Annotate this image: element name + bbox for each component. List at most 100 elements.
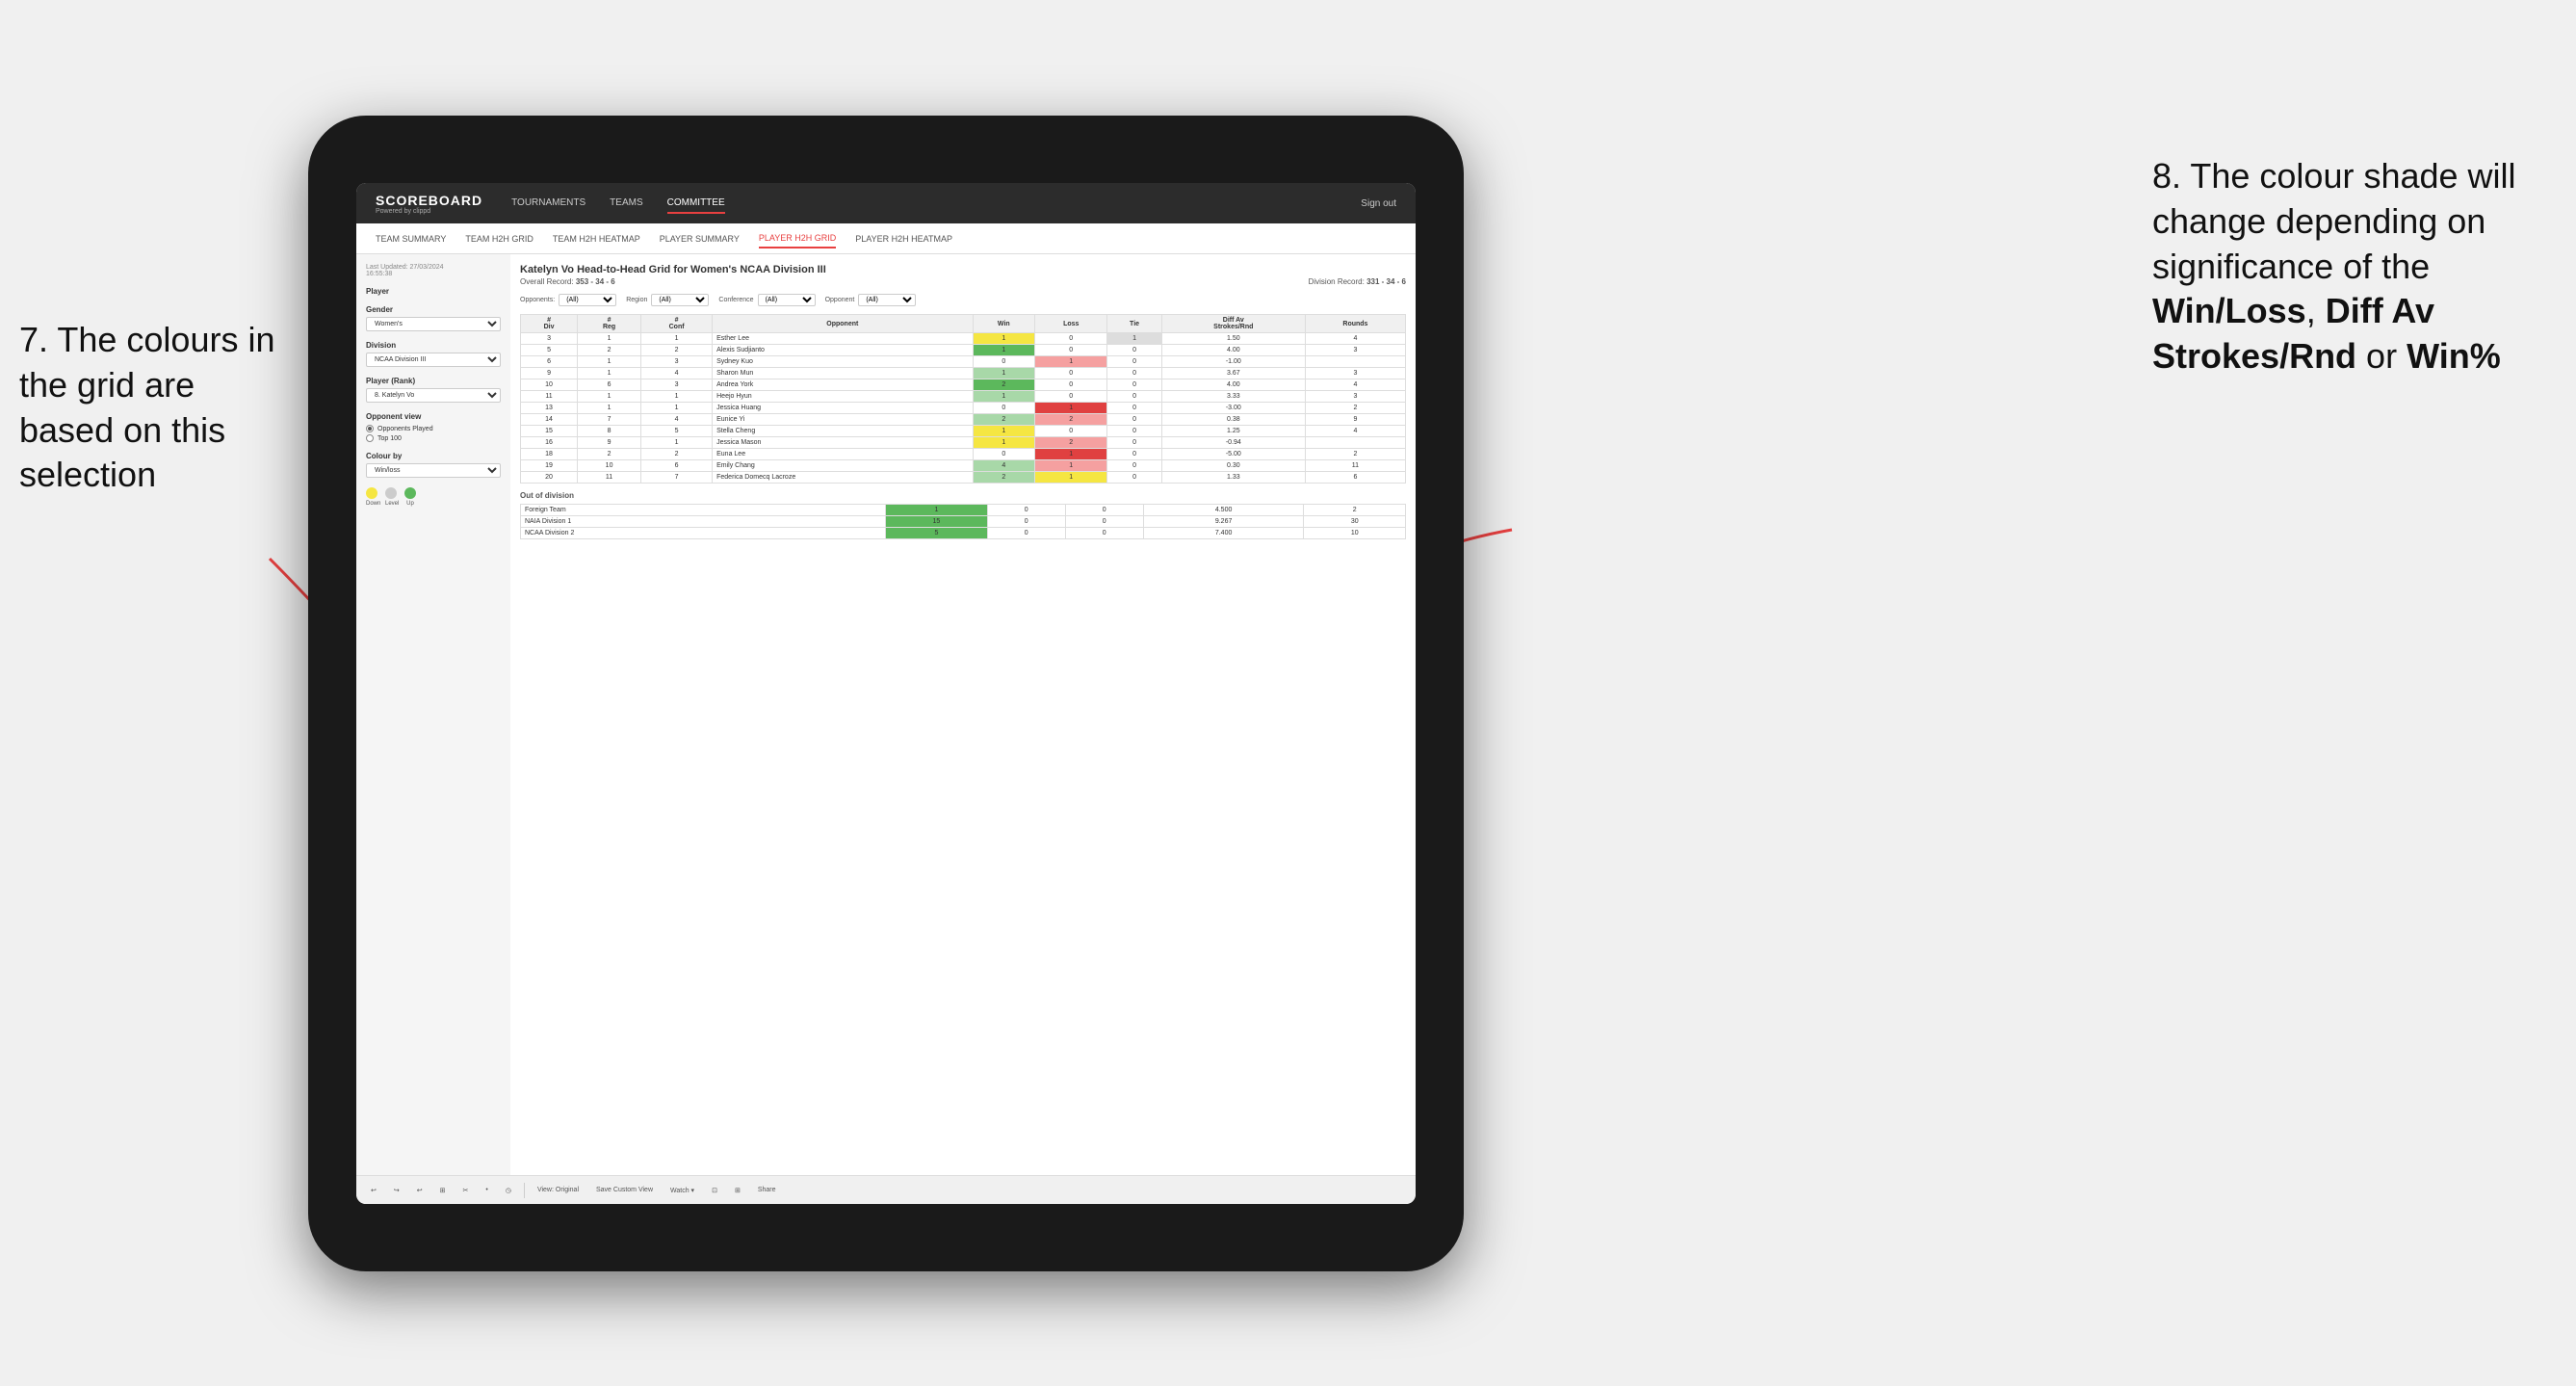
cell-rounds: 4 [1305, 426, 1405, 437]
cell-win: 1 [973, 391, 1035, 403]
sidebar-gender-section: Gender Women's [366, 305, 501, 331]
cell-div: 20 [521, 472, 578, 484]
cell-tie: 0 [1107, 379, 1161, 391]
toolbar-save-custom[interactable]: Save Custom View [591, 1185, 658, 1195]
ood-cell-diff: 4.500 [1143, 505, 1304, 516]
cell-loss: 0 [1035, 426, 1107, 437]
subnav-team-h2h-heatmap[interactable]: TEAM H2H HEATMAP [553, 230, 640, 248]
cell-tie: 0 [1107, 449, 1161, 460]
ood-table-body: Foreign Team 1 0 0 4.500 2 NAIA Division… [521, 505, 1406, 539]
filter-region-select[interactable]: (All) [651, 294, 709, 306]
colour-indicators [366, 487, 501, 499]
ood-cell-name: NAIA Division 1 [521, 516, 886, 528]
toolbar-grid[interactable]: ⊞ [435, 1185, 451, 1196]
overall-record: Overall Record: 353 - 34 - 6 [520, 277, 615, 286]
overall-record-value: 353 - 34 - 6 [576, 277, 615, 286]
annotation-right-sep1: , [2306, 291, 2326, 330]
subnav-team-summary[interactable]: TEAM SUMMARY [376, 230, 446, 248]
sidebar-colour-by-select[interactable]: Win/loss Diff Av Strokes/Rnd Win% [366, 463, 501, 478]
ood-cell-win: 5 [886, 528, 988, 539]
subnav-player-h2h-heatmap[interactable]: PLAYER H2H HEATMAP [855, 230, 952, 248]
ood-cell-tie: 0 [1065, 528, 1143, 539]
cell-div: 14 [521, 414, 578, 426]
sidebar-radio-opponents-played[interactable]: Opponents Played [366, 425, 501, 432]
cell-div: 6 [521, 356, 578, 368]
annotation-right-prefix: 8. The colour shade will change dependin… [2152, 156, 2516, 286]
filter-conference-select[interactable]: (All) [758, 294, 816, 306]
cell-div: 9 [521, 368, 578, 379]
toolbar-watch[interactable]: Watch ▾ [665, 1185, 699, 1196]
filter-conference-group: Conference (All) [718, 294, 815, 306]
sidebar-opponent-view-section: Opponent view Opponents Played Top 100 [366, 412, 501, 442]
cell-reg: 1 [578, 391, 641, 403]
sidebar-radio-top100[interactable]: Top 100 [366, 434, 501, 442]
cell-name: Heejo Hyun [713, 391, 973, 403]
colour-labels: Down Level Up [366, 501, 501, 507]
ood-table-row: NCAA Division 2 5 0 0 7.400 10 [521, 528, 1406, 539]
toolbar-undo[interactable]: ↩ [366, 1185, 381, 1196]
toolbar-view-original[interactable]: View: Original [533, 1185, 584, 1195]
filter-opponent-select[interactable]: (All) [858, 294, 916, 306]
sidebar-player-rank-select[interactable]: 8. Katelyn Vo [366, 388, 501, 403]
ood-cell-loss: 0 [987, 528, 1065, 539]
toolbar-cut[interactable]: ✂ [458, 1185, 474, 1196]
cell-rounds: 3 [1305, 391, 1405, 403]
toolbar-icon2[interactable]: ⊞ [730, 1185, 745, 1196]
cell-reg: 8 [578, 426, 641, 437]
cell-win: 4 [973, 460, 1035, 472]
logo-sub: Powered by clippd [376, 208, 482, 215]
grid-area: Katelyn Vo Head-to-Head Grid for Women's… [510, 254, 1416, 1175]
filter-row: Opponents: (All) Region (All) Conference… [520, 294, 1406, 306]
cell-reg: 6 [578, 379, 641, 391]
filter-opponents-select[interactable]: (All) [559, 294, 616, 306]
nav-tournaments[interactable]: TOURNAMENTS [511, 194, 585, 214]
sidebar-gender-select[interactable]: Women's [366, 317, 501, 331]
colour-label-level: Level [385, 501, 397, 507]
ood-cell-loss: 0 [987, 516, 1065, 528]
cell-diff: -3.00 [1161, 403, 1305, 414]
subnav-team-h2h-grid[interactable]: TEAM H2H GRID [465, 230, 533, 248]
top-nav: SCOREBOARD Powered by clippd TOURNAMENTS… [356, 183, 1416, 223]
cell-diff: 3.33 [1161, 391, 1305, 403]
subnav-player-h2h-grid[interactable]: PLAYER H2H GRID [759, 229, 836, 248]
ood-cell-diff: 9.267 [1143, 516, 1304, 528]
subnav-player-summary[interactable]: PLAYER SUMMARY [660, 230, 740, 248]
cell-diff: 0.38 [1161, 414, 1305, 426]
sub-nav: TEAM SUMMARY TEAM H2H GRID TEAM H2H HEAT… [356, 223, 1416, 254]
cell-loss: 0 [1035, 368, 1107, 379]
table-row: 18 2 2 Euna Lee 0 1 0 -5.00 2 [521, 449, 1406, 460]
cell-rounds: 11 [1305, 460, 1405, 472]
cell-tie: 0 [1107, 368, 1161, 379]
sign-out[interactable]: Sign out [1361, 198, 1396, 209]
cell-div: 10 [521, 379, 578, 391]
cell-loss: 0 [1035, 391, 1107, 403]
cell-tie: 0 [1107, 414, 1161, 426]
toolbar-dot[interactable]: • [481, 1185, 492, 1195]
nav-teams[interactable]: TEAMS [610, 194, 642, 214]
cell-loss: 2 [1035, 414, 1107, 426]
toolbar-share[interactable]: Share [753, 1185, 781, 1195]
toolbar-icon1[interactable]: ⊡ [707, 1185, 722, 1196]
cell-rounds: 6 [1305, 472, 1405, 484]
sidebar-colour-by-section: Colour by Win/loss Diff Av Strokes/Rnd W… [366, 452, 501, 478]
toolbar-back[interactable]: ↩ [412, 1185, 428, 1196]
nav-committee[interactable]: COMMITTEE [667, 194, 725, 214]
cell-diff: 1.25 [1161, 426, 1305, 437]
ood-cell-loss: 0 [987, 505, 1065, 516]
cell-conf: 1 [641, 333, 713, 345]
out-of-division-header: Out of division [520, 491, 1406, 500]
cell-win: 1 [973, 426, 1035, 437]
cell-win: 0 [973, 403, 1035, 414]
cell-name: Euna Lee [713, 449, 973, 460]
sidebar-division-select[interactable]: NCAA Division III [366, 353, 501, 367]
ood-cell-rounds: 2 [1304, 505, 1406, 516]
filter-opponent-label: Opponent [825, 297, 855, 303]
filter-conference-label: Conference [718, 297, 753, 303]
data-table: #Div #Reg #Conf Opponent Win Loss Tie Di… [520, 314, 1406, 484]
cell-name: Emily Chang [713, 460, 973, 472]
toolbar-clock[interactable]: ◷ [501, 1185, 516, 1196]
toolbar-redo[interactable]: ↪ [389, 1185, 404, 1196]
cell-name: Federica Domecq Lacroze [713, 472, 973, 484]
ood-cell-win: 1 [886, 505, 988, 516]
cell-loss: 1 [1035, 356, 1107, 368]
